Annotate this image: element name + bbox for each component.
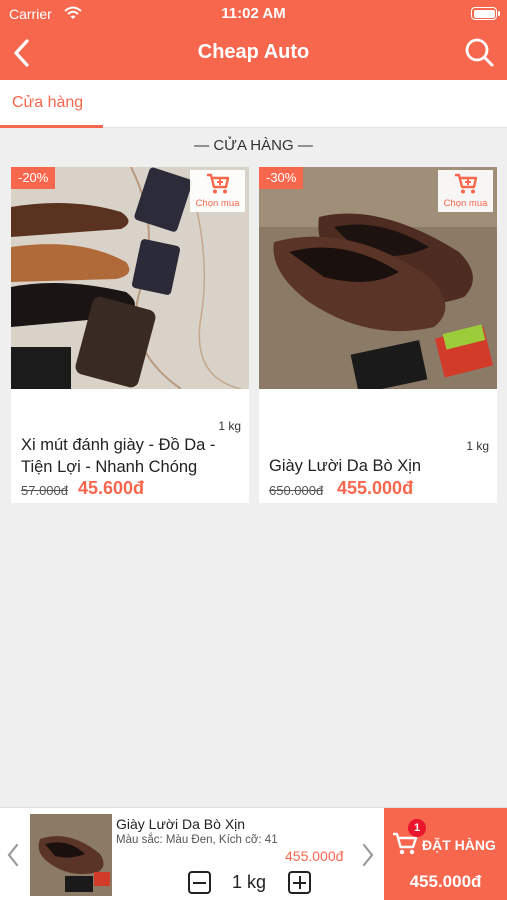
status-bar: Carrier 11:02 AM bbox=[0, 0, 507, 28]
buy-button-label: Chọn mua bbox=[195, 198, 240, 209]
cart-item-thumbnail bbox=[30, 814, 112, 896]
battery-icon bbox=[471, 7, 500, 20]
section-title: — CỬA HÀNG — bbox=[194, 137, 313, 154]
tab-store[interactable]: Cửa hàng bbox=[0, 80, 103, 128]
product-weight: 1 kg bbox=[218, 419, 241, 433]
cart-item-variant: Màu sắc: Màu Đen, Kích cỡ: 41 bbox=[116, 834, 278, 846]
chevron-left-icon[interactable] bbox=[6, 843, 20, 867]
tab-active-indicator bbox=[0, 125, 103, 128]
discount-badge: -20% bbox=[11, 167, 56, 189]
sale-price: 455.000đ bbox=[337, 478, 414, 498]
status-time: 11:02 AM bbox=[221, 5, 286, 22]
search-icon[interactable] bbox=[463, 36, 495, 68]
cart-count-badge: 1 bbox=[408, 819, 426, 837]
page-title: Cheap Auto bbox=[197, 41, 310, 63]
app-header: Carrier 11:02 AM Cheap Auto bbox=[0, 0, 507, 80]
product-weight: 1 kg bbox=[466, 439, 489, 453]
quantity-increase-button[interactable] bbox=[288, 871, 311, 894]
discount-badge: -30% bbox=[259, 167, 304, 189]
cart-item-price: 455.000đ bbox=[285, 848, 344, 864]
quantity-value: 1 kg bbox=[231, 872, 267, 892]
product-name: Xi mút đánh giày - Đồ Da - Tiện Lợi - Nh… bbox=[21, 436, 216, 476]
buy-button[interactable]: Chọn mua bbox=[438, 170, 493, 212]
order-total: 455.000đ bbox=[409, 872, 482, 891]
cart-icon bbox=[455, 173, 478, 194]
product-card[interactable]: -20% Chọn mua 1 kg Xi mút đánh giày - Đồ… bbox=[11, 167, 249, 503]
old-price: 57.000đ bbox=[21, 483, 68, 498]
place-order-button[interactable]: 1 ĐẶT HÀNG 455.000đ bbox=[384, 808, 507, 900]
cart-icon bbox=[207, 173, 230, 194]
sale-price: 45.600đ bbox=[78, 478, 145, 498]
old-price: 650.000đ bbox=[269, 483, 324, 498]
tab-store-label: Cửa hàng bbox=[12, 94, 84, 111]
cart-bar: Giày Lười Da Bò Xịn Màu sắc: Màu Đen, Kí… bbox=[0, 807, 507, 900]
product-card[interactable]: -30% Chọn mua 1 kg Giày Lười Da Bò Xịn 6… bbox=[259, 167, 497, 503]
cart-item-name: Giày Lười Da Bò Xịn bbox=[116, 816, 246, 832]
buy-button-label: Chọn mua bbox=[443, 198, 488, 209]
tab-bar: Cửa hàng bbox=[0, 80, 507, 128]
buy-button[interactable]: Chọn mua bbox=[190, 170, 245, 212]
chevron-right-icon[interactable] bbox=[361, 843, 375, 867]
place-order-label: ĐẶT HÀNG bbox=[422, 837, 496, 853]
quantity-decrease-button[interactable] bbox=[188, 871, 211, 894]
product-name: Giày Lười Da Bò Xịn bbox=[269, 457, 422, 475]
